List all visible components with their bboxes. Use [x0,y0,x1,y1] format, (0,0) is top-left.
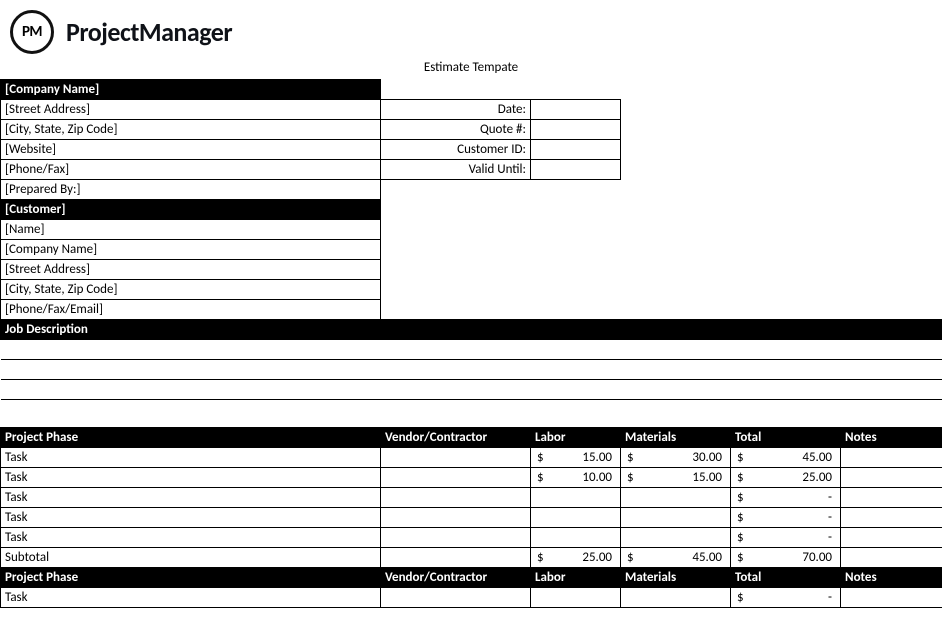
document-title: Estimate Tempate [0,54,942,79]
customer-csz[interactable]: [City, State, Zip Code] [1,280,381,300]
table-row: Task $10.00 $15.00 $25.00 [1,468,942,488]
task-cell[interactable]: Task [1,488,381,508]
materials-cell[interactable]: $30.00 [621,448,731,468]
date-label: Date: [381,100,531,120]
job-desc-line[interactable] [1,380,942,400]
quote-value[interactable] [531,120,621,140]
task-cell[interactable]: Task [1,588,381,608]
labor-cell[interactable] [531,528,621,548]
valid-until-value[interactable] [531,160,621,180]
quote-label: Quote #: [381,120,531,140]
labor-cell[interactable] [531,488,621,508]
vendor-cell [381,548,531,568]
col-materials: Materials [621,568,731,588]
vendor-cell[interactable] [381,588,531,608]
company-csz[interactable]: [City, State, Zip Code] [1,120,381,140]
company-phone[interactable]: [Phone/Fax] [1,160,381,180]
prepared-by[interactable]: [Prepared By:] [1,180,381,200]
total-cell[interactable]: $- [731,528,841,548]
notes-cell[interactable] [841,468,942,488]
valid-until-label: Valid Until: [381,160,531,180]
subtotal-label: Subtotal [1,548,381,568]
col-phase: Project Phase [1,428,381,448]
customer-header: [Customer] [1,200,381,220]
job-description-header: Job Description [1,320,942,340]
logo-badge-icon: PM [10,10,54,54]
col-phase: Project Phase [1,568,381,588]
table-row: Task $- [1,488,942,508]
materials-cell[interactable] [621,488,731,508]
materials-cell[interactable] [621,588,731,608]
customer-street[interactable]: [Street Address] [1,260,381,280]
estimate-table: [Company Name] [Street Address] Date: [C… [0,79,942,608]
labor-cell[interactable] [531,588,621,608]
labor-cell[interactable]: $15.00 [531,448,621,468]
col-notes: Notes [841,568,942,588]
customer-id-label: Customer ID: [381,140,531,160]
table-row: Task $- [1,508,942,528]
materials-cell[interactable] [621,508,731,528]
company-website[interactable]: [Website] [1,140,381,160]
company-street[interactable]: [Street Address] [1,100,381,120]
logo-text: ProjectManager [66,16,232,48]
materials-cell[interactable]: $15.00 [621,468,731,488]
company-header: [Company Name] [1,80,381,100]
col-total: Total [731,568,841,588]
subtotal-row: Subtotal $25.00 $45.00 $70.00 [1,548,942,568]
notes-cell [841,548,942,568]
vendor-cell[interactable] [381,488,531,508]
labor-cell[interactable] [531,508,621,528]
notes-cell[interactable] [841,508,942,528]
customer-id-value[interactable] [531,140,621,160]
spacer [1,400,942,428]
task-cell[interactable]: Task [1,448,381,468]
customer-phone[interactable]: [Phone/Fax/Email] [1,300,381,320]
col-total: Total [731,428,841,448]
vendor-cell[interactable] [381,508,531,528]
labor-cell[interactable]: $10.00 [531,468,621,488]
table-row: Task $15.00 $30.00 $45.00 [1,448,942,468]
vendor-cell[interactable] [381,448,531,468]
total-cell[interactable]: $- [731,488,841,508]
col-notes: Notes [841,428,942,448]
vendor-cell[interactable] [381,528,531,548]
task-cell[interactable]: Task [1,528,381,548]
table-row: Task $- [1,528,942,548]
notes-cell[interactable] [841,488,942,508]
materials-subtotal: $45.00 [621,548,731,568]
total-cell[interactable]: $25.00 [731,468,841,488]
date-value[interactable] [531,100,621,120]
task-cell[interactable]: Task [1,468,381,488]
task-cell[interactable]: Task [1,508,381,528]
customer-name[interactable]: [Name] [1,220,381,240]
materials-cell[interactable] [621,528,731,548]
col-labor: Labor [531,568,621,588]
labor-subtotal: $25.00 [531,548,621,568]
vendor-cell[interactable] [381,468,531,488]
table-row: Task $- [1,588,942,608]
notes-cell[interactable] [841,448,942,468]
notes-cell[interactable] [841,588,942,608]
total-subtotal: $70.00 [731,548,841,568]
col-vendor: Vendor/Contractor [381,568,531,588]
logo-area: PM ProjectManager [0,0,942,54]
notes-cell[interactable] [841,528,942,548]
job-desc-line[interactable] [1,340,942,360]
col-labor: Labor [531,428,621,448]
total-cell[interactable]: $45.00 [731,448,841,468]
col-vendor: Vendor/Contractor [381,428,531,448]
total-cell[interactable]: $- [731,588,841,608]
col-materials: Materials [621,428,731,448]
job-desc-line[interactable] [1,360,942,380]
customer-company[interactable]: [Company Name] [1,240,381,260]
total-cell[interactable]: $- [731,508,841,528]
